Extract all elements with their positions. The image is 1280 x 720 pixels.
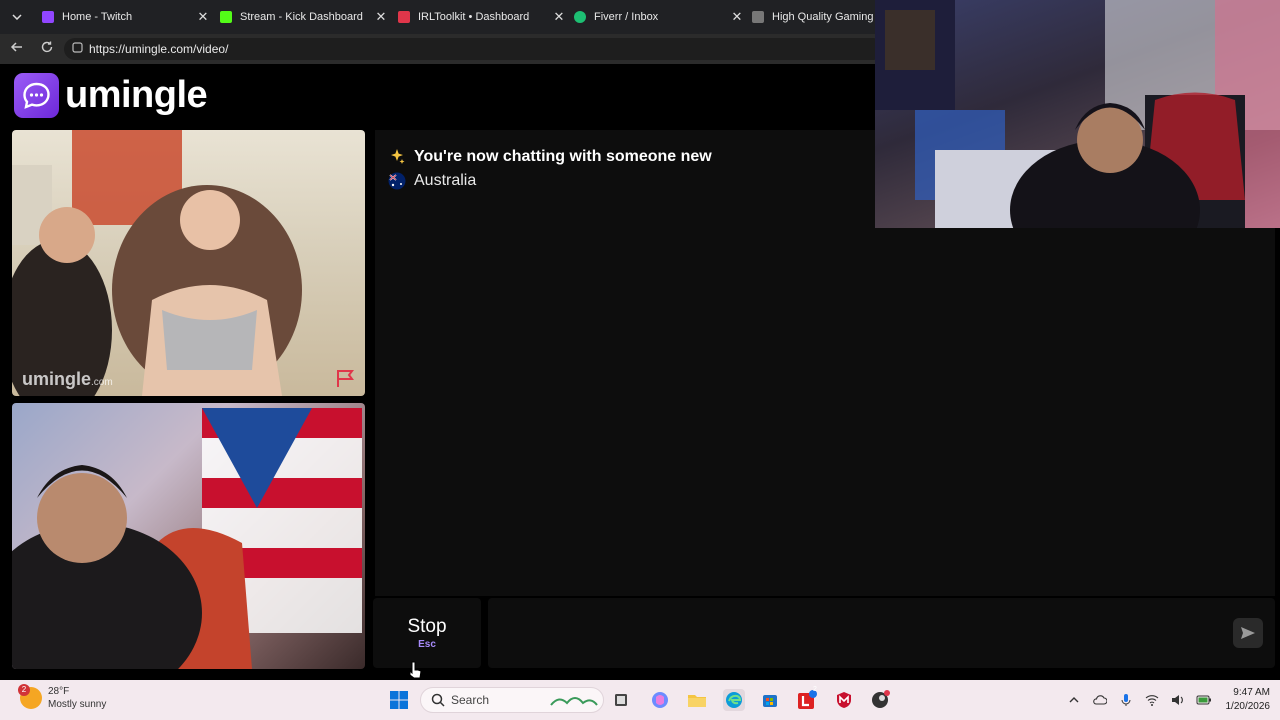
report-flag-icon[interactable] [335, 368, 357, 388]
l-app[interactable]: 2 [796, 686, 818, 711]
weather-widget[interactable]: 2 28°F Mostly sunny [18, 684, 107, 711]
copilot-icon [652, 692, 668, 708]
self-video-frame [12, 408, 362, 669]
weather-temp: 28°F [48, 686, 70, 697]
chat-status: You're now chatting with someone new [388, 148, 712, 166]
tab-title: Home - Twitch [62, 11, 133, 23]
tab-fiverr[interactable]: Fiverr / Inbox ✕ [566, 4, 744, 30]
microphone-icon[interactable] [1118, 692, 1134, 708]
chevron-up-icon[interactable] [1066, 692, 1082, 708]
send-icon [1241, 627, 1255, 639]
stranger-country: Australia [388, 172, 476, 190]
chevron-down-icon [12, 14, 22, 20]
battery-icon[interactable] [1196, 692, 1212, 708]
taskbar-search[interactable]: Search [420, 687, 604, 713]
edge-icon [726, 692, 742, 708]
umingle-logo[interactable]: umingle [14, 73, 208, 118]
stop-shortcut-hint: Esc [418, 639, 436, 650]
url-text: https://umingle.com/video/ [89, 42, 229, 56]
close-tab-icon[interactable]: ✕ [196, 9, 210, 25]
search-highlight-icon [550, 697, 598, 706]
webcam-frame [875, 0, 1280, 228]
stranger-video-frame [12, 130, 302, 396]
clock-date: 1/20/2026 [1225, 701, 1271, 712]
close-tab-icon[interactable]: ✕ [552, 9, 566, 25]
country-name: Australia [414, 172, 477, 189]
stop-button[interactable]: Stop Esc [373, 598, 481, 668]
red-l-app-icon [798, 690, 817, 709]
system-tray: 9:47 AM 1/20/2026 [1056, 686, 1271, 714]
message-input[interactable] [488, 598, 1275, 668]
tab-twitch[interactable]: Home - Twitch ✕ [34, 4, 210, 30]
irltoolkit-icon [398, 11, 410, 23]
address-bar[interactable]: https://umingle.com/video/ [64, 38, 884, 60]
page-icon [752, 11, 764, 23]
app-badge-count: 2 [813, 686, 817, 693]
umingle-watermark: umingle.com [22, 369, 113, 389]
stranger-video: umingle.com [12, 130, 365, 396]
reload-button[interactable] [38, 40, 56, 58]
back-arrow-icon [10, 42, 22, 52]
tab-kick[interactable]: Stream - Kick Dashboard ✕ [212, 4, 388, 30]
edge-app[interactable] [723, 689, 745, 711]
taskbar-clock[interactable]: 9:47 AM 1/20/2026 [1226, 686, 1271, 714]
steam-app[interactable] [870, 689, 892, 711]
windows-taskbar: 2 28°F Mostly sunny Search 2 9:47 AM 1/2… [0, 680, 1280, 720]
streamer-webcam-overlay [875, 0, 1280, 228]
store-icon [763, 695, 777, 707]
tab-irltoolkit[interactable]: IRLToolkit • Dashboard ✕ [390, 4, 566, 30]
kick-icon [220, 11, 232, 23]
chat-status-text: You're now chatting with someone new [414, 148, 712, 165]
task-view-icon [615, 694, 627, 706]
australia-flag-icon [388, 172, 406, 190]
game-app-icon [872, 690, 890, 708]
close-tab-icon[interactable]: ✕ [730, 9, 744, 25]
self-video [12, 403, 365, 669]
cloud-icon[interactable] [1092, 692, 1108, 708]
shield-icon [837, 692, 851, 708]
close-tab-icon[interactable]: ✕ [374, 9, 388, 25]
site-info-icon[interactable] [72, 42, 83, 56]
task-view-button[interactable] [610, 689, 632, 711]
sparkles-icon [388, 148, 406, 166]
windows-logo-icon [390, 691, 408, 709]
tab-list-button[interactable] [6, 7, 28, 27]
clock-time: 9:47 AM [1233, 687, 1270, 698]
tab-title: Stream - Kick Dashboard [240, 11, 363, 23]
chat-bubble-icon [14, 73, 59, 118]
weather-condition: Mostly sunny [48, 699, 107, 710]
start-button[interactable] [388, 689, 410, 711]
search-label: Search [451, 693, 490, 707]
notification-badge: 2 [18, 684, 30, 696]
store-app[interactable] [759, 689, 781, 711]
mcafee-app[interactable] [833, 689, 855, 711]
send-button[interactable] [1233, 618, 1263, 648]
tab-title: High Quality Gaming Ge [772, 11, 876, 23]
sun-icon: 2 [18, 684, 42, 709]
back-button[interactable] [8, 40, 26, 58]
tab-title: Fiverr / Inbox [594, 11, 659, 23]
volume-icon[interactable] [1170, 692, 1186, 708]
file-explorer-app[interactable] [686, 689, 708, 711]
mouse-pointer-icon [408, 661, 422, 684]
stop-button-label: Stop [407, 616, 447, 637]
folder-icon [688, 695, 706, 707]
copilot-app[interactable] [649, 689, 671, 711]
fiverr-icon [574, 11, 586, 23]
tab-title: IRLToolkit • Dashboard [418, 11, 530, 23]
reload-icon [41, 41, 53, 53]
logo-wordmark: umingle [65, 74, 208, 116]
tab-gaming[interactable]: High Quality Gaming Ge [744, 4, 876, 30]
search-icon [431, 693, 445, 707]
twitch-icon [42, 11, 54, 23]
wifi-icon[interactable] [1144, 692, 1160, 708]
